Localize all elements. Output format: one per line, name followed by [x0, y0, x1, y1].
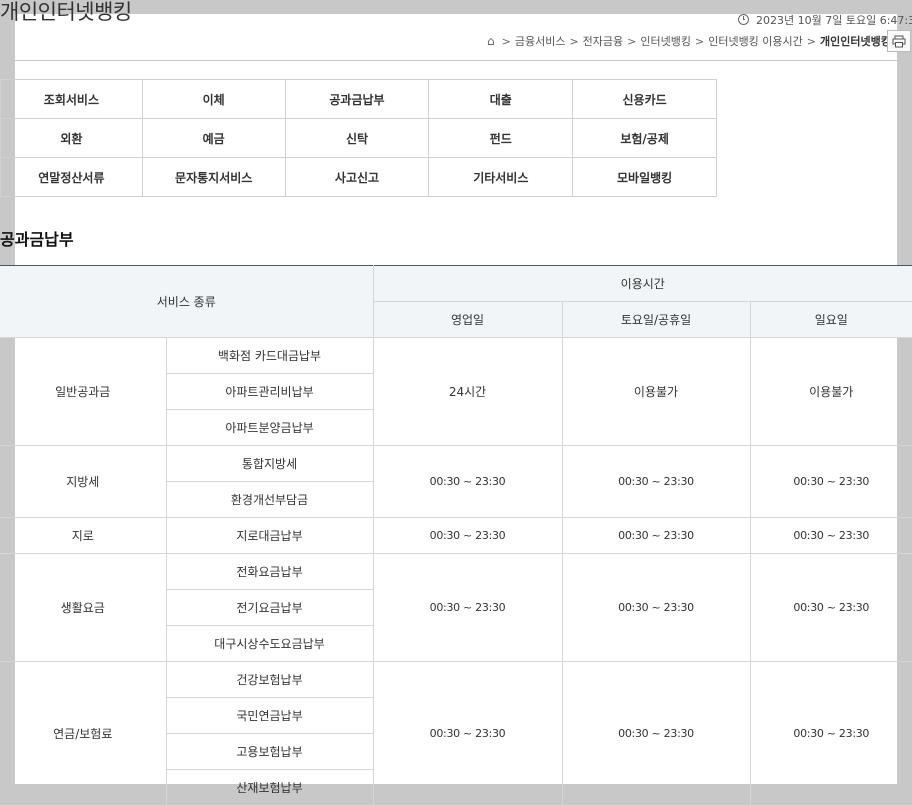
category-cell: 연금/보험료 — [0, 661, 167, 806]
breadcrumb-current: 개인인터넷뱅킹 — [820, 35, 891, 48]
header-day: 일요일 — [749, 301, 912, 338]
menu-item[interactable]: 사고신고 — [284, 157, 430, 197]
clock-icon — [738, 14, 749, 25]
breadcrumb-item[interactable]: 전자금융 — [583, 33, 623, 49]
time-cell: 00:30 ~ 23:30 — [561, 661, 751, 806]
time-cell: 24시간 — [372, 337, 563, 446]
printer-icon — [892, 35, 906, 47]
service-item-cell: 환경개선부담금 — [166, 481, 374, 518]
breadcrumb-separator: > — [501, 34, 511, 48]
header-day: 영업일 — [373, 301, 563, 338]
menu-item[interactable]: 신용카드 — [572, 79, 717, 119]
menu-item[interactable]: 조회서비스 — [0, 79, 143, 119]
service-item-cell: 전기요금납부 — [166, 589, 374, 626]
service-item-cell: 대구시상수도요금납부 — [166, 625, 374, 662]
header-usage-time: 이용시간 — [372, 265, 912, 302]
time-cell: 00:30 ~ 23:30 — [372, 661, 563, 806]
time-cell: 00:30 ~ 23:30 — [372, 517, 563, 554]
service-item-cell: 건강보험납부 — [165, 661, 374, 698]
service-item-cell: 아파트관리비납부 — [166, 373, 374, 410]
category-cell: 생활요금 — [0, 553, 167, 662]
section-title: 공과금납부 — [0, 230, 74, 249]
header-divider — [0, 60, 912, 61]
menu-item[interactable]: 이체 — [141, 79, 286, 119]
service-hours-table: 서비스 종류 이용시간 영업일 토요일/공휴일 일요일 일반공과금 백화점 카드… — [0, 265, 912, 806]
menu-item[interactable]: 연말정산서류 — [0, 157, 143, 197]
datetime-text: 2023년 10월 7일 토요일 6:47:3 — [756, 14, 912, 27]
category-cell: 지로 — [0, 517, 167, 554]
menu-item[interactable]: 예금 — [141, 118, 286, 158]
table-row: 지방세 통합지방세 00:30 ~ 23:30 00:30 ~ 23:30 00… — [0, 445, 912, 518]
service-item-cell: 국민연금납부 — [166, 697, 374, 734]
header-day: 토요일/공휴일 — [561, 301, 751, 338]
breadcrumb-separator: > — [694, 34, 705, 48]
menu-item[interactable]: 외환 — [0, 118, 143, 158]
time-cell: 00:30 ~ 23:30 — [749, 517, 912, 554]
breadcrumb: ⌂ > 금융서비스 > 전자금융 > 인터넷뱅킹 > 인터넷뱅킹 이용시간 > … — [487, 33, 891, 49]
breadcrumb-item[interactable]: 인터넷뱅킹 — [640, 33, 691, 49]
time-cell: 00:30 ~ 23:30 — [372, 445, 563, 518]
current-datetime: 2023년 10월 7일 토요일 6:47:3 — [738, 12, 912, 28]
service-item-cell: 고용보험납부 — [166, 733, 374, 770]
time-cell: 00:30 ~ 23:30 — [561, 445, 751, 518]
service-menu-grid: 조회서비스 이체 공과금납부 대출 신용카드 외환 예금 신탁 펀드 보험/공제… — [0, 79, 717, 197]
menu-item[interactable]: 문자통지서비스 — [141, 157, 286, 197]
menu-item[interactable]: 대출 — [428, 79, 574, 119]
service-item-cell: 아파트분양금납부 — [166, 409, 374, 446]
breadcrumb-item[interactable]: 인터넷뱅킹 이용시간 — [708, 33, 803, 49]
time-cell: 이용불가 — [749, 337, 912, 446]
page-title: 개인인터넷뱅킹 — [0, 0, 132, 24]
breadcrumb-separator: > — [569, 34, 579, 48]
time-cell: 00:30 ~ 23:30 — [561, 553, 751, 662]
table-row: 연금/보험료 건강보험납부 00:30 ~ 23:30 00:30 ~ 23:3… — [0, 661, 912, 806]
menu-item[interactable]: 공과금납부 — [284, 79, 430, 119]
time-cell: 이용불가 — [561, 337, 751, 446]
menu-item[interactable]: 보험/공제 — [572, 118, 717, 158]
service-item-cell: 산재보험납부 — [166, 769, 374, 806]
category-cell: 지방세 — [0, 445, 167, 518]
menu-item[interactable]: 모바일뱅킹 — [572, 157, 717, 197]
menu-item[interactable]: 신탁 — [284, 118, 430, 158]
service-item-cell: 백화점 카드대금납부 — [165, 337, 374, 374]
time-cell: 00:30 ~ 23:30 — [372, 553, 563, 662]
time-cell: 00:30 ~ 23:30 — [749, 445, 912, 518]
table-row: 일반공과금 백화점 카드대금납부 24시간 이용불가 이용불가 — [0, 337, 912, 446]
service-item-cell: 통합지방세 — [165, 445, 374, 482]
breadcrumb-separator: > — [627, 34, 637, 48]
category-cell: 일반공과금 — [0, 337, 167, 446]
time-cell: 00:30 ~ 23:30 — [749, 553, 912, 662]
menu-item[interactable]: 펀드 — [428, 118, 574, 158]
home-icon[interactable]: ⌂ — [487, 34, 495, 48]
print-button[interactable] — [887, 30, 911, 52]
table-row: 생활요금 전화요금납부 00:30 ~ 23:30 00:30 ~ 23:30 … — [0, 553, 912, 662]
time-cell: 00:30 ~ 23:30 — [749, 661, 912, 806]
service-item-cell: 전화요금납부 — [165, 553, 374, 590]
menu-item[interactable]: 기타서비스 — [428, 157, 574, 197]
time-cell: 00:30 ~ 23:30 — [561, 517, 751, 554]
header-service-type: 서비스 종류 — [0, 265, 374, 338]
breadcrumb-item[interactable]: 금융서비스 — [515, 33, 566, 49]
breadcrumb-separator: > — [806, 34, 816, 48]
table-row: 지로 지로대금납부 00:30 ~ 23:30 00:30 ~ 23:30 00… — [0, 517, 912, 554]
service-item-cell: 지로대금납부 — [165, 517, 374, 554]
